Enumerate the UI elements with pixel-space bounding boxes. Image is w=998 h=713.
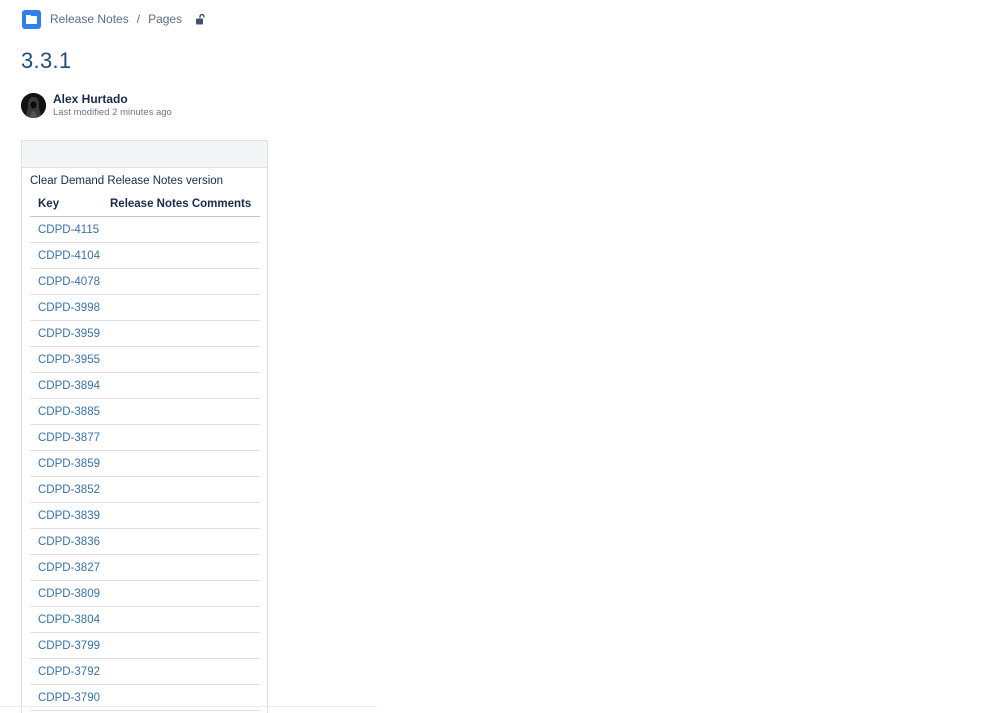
table-row: CDPD-3792 [30,658,260,685]
issue-key-link[interactable]: CDPD-3839 [38,510,100,522]
confluence-page: Release Notes / Pages 3.3.1 Alex Hurtado… [0,0,998,713]
comment-cell [110,294,260,321]
table-row: CDPD-3894 [30,372,260,399]
table-row: CDPD-3799 [30,632,260,659]
release-notes-panel: Clear Demand Release Notes version Key R… [21,140,268,713]
key-cell: CDPD-4104 [30,242,110,269]
table-row: CDPD-3998 [30,294,260,321]
comment-cell [110,216,260,243]
table-row: CDPD-4104 [30,242,260,269]
issue-key-link[interactable]: CDPD-3799 [38,640,100,652]
comment-cell [110,632,260,659]
table-row: CDPD-4078 [30,268,260,295]
last-modified[interactable]: Last modified 2 minutes ago [53,106,172,120]
key-cell: CDPD-3852 [30,476,110,503]
key-cell: CDPD-3885 [30,398,110,425]
table-row: CDPD-3955 [30,346,260,373]
issue-key-link[interactable]: CDPD-3804 [38,614,100,626]
key-cell: CDPD-3839 [30,502,110,529]
comment-cell [110,606,260,633]
table-row: CDPD-3877 [30,424,260,451]
table-row: CDPD-3839 [30,502,260,529]
issue-key-link[interactable]: CDPD-3998 [38,302,100,314]
avatar[interactable] [21,93,46,118]
comment-cell [110,372,260,399]
release-notes-table: Key Release Notes Comments CDPD-4115 CDPD… [30,192,260,711]
key-cell: CDPD-3998 [30,294,110,321]
unlock-icon[interactable] [195,13,206,25]
comment-cell [110,658,260,685]
table-row: CDPD-3827 [30,554,260,581]
table-header-row: Key Release Notes Comments [30,192,260,217]
comment-cell [110,554,260,581]
issue-key-link[interactable]: CDPD-3836 [38,536,100,548]
issue-key-link[interactable]: CDPD-3809 [38,588,100,600]
key-cell: CDPD-3804 [30,606,110,633]
table-row: CDPD-4115 [30,216,260,243]
comment-cell [110,242,260,269]
key-cell: CDPD-3877 [30,424,110,451]
key-cell: CDPD-3836 [30,528,110,555]
breadcrumb: Release Notes / Pages [22,9,206,29]
key-cell: CDPD-3894 [30,372,110,399]
issue-key-link[interactable]: CDPD-3959 [38,328,100,340]
table-row: CDPD-3809 [30,580,260,607]
issue-key-link[interactable]: CDPD-3859 [38,458,100,470]
table-body: CDPD-4115 CDPD-4104 CDPD-4078 CDPD-3998 CDPD… [30,216,260,711]
comment-cell [110,450,260,477]
issue-key-link[interactable]: CDPD-3852 [38,484,100,496]
comment-cell [110,502,260,529]
key-cell: CDPD-4115 [30,216,110,243]
issue-key-link[interactable]: CDPD-3885 [38,406,100,418]
divider [0,706,377,707]
author-name[interactable]: Alex Hurtado [53,93,172,106]
comment-cell [110,268,260,295]
table-row: CDPD-3804 [30,606,260,633]
issue-key-link[interactable]: CDPD-3790 [38,692,100,704]
table-row: CDPD-3859 [30,450,260,477]
comment-cell [110,320,260,347]
issue-key-link[interactable]: CDPD-3955 [38,354,100,366]
key-cell: CDPD-3955 [30,346,110,373]
page-title: 3.3.1 [21,48,72,73]
column-header-key: Key [30,192,110,217]
issue-key-link[interactable]: CDPD-4104 [38,250,100,262]
comment-cell [110,398,260,425]
comment-cell [110,528,260,555]
space-icon[interactable] [22,9,41,29]
issue-key-link[interactable]: CDPD-4078 [38,276,100,288]
key-cell: CDPD-3859 [30,450,110,477]
table-row: CDPD-3885 [30,398,260,425]
byline-text: Alex Hurtado Last modified 2 minutes ago [53,93,172,120]
panel-header [22,141,267,168]
key-cell: CDPD-3799 [30,632,110,659]
key-cell: CDPD-3959 [30,320,110,347]
breadcrumb-separator: / [136,12,141,26]
comment-cell [110,476,260,503]
byline: Alex Hurtado Last modified 2 minutes ago [21,93,172,120]
issue-key-link[interactable]: CDPD-3894 [38,380,100,392]
key-cell: CDPD-3827 [30,554,110,581]
issue-key-link[interactable]: CDPD-3877 [38,432,100,444]
comment-cell [110,424,260,451]
column-header-comments: Release Notes Comments [110,192,260,217]
breadcrumb-pages-link[interactable]: Pages [148,12,182,26]
issue-key-link[interactable]: CDPD-3792 [38,666,100,678]
issue-key-link[interactable]: CDPD-4115 [38,224,99,236]
key-cell: CDPD-3809 [30,580,110,607]
key-cell: CDPD-3792 [30,658,110,685]
table-row: CDPD-3959 [30,320,260,347]
comment-cell [110,580,260,607]
key-cell: CDPD-4078 [30,268,110,295]
table-row: CDPD-3836 [30,528,260,555]
panel-caption: Clear Demand Release Notes version [30,175,224,187]
comment-cell [110,346,260,373]
issue-key-link[interactable]: CDPD-3827 [38,562,100,574]
breadcrumb-space-link[interactable]: Release Notes [50,12,129,26]
table-row: CDPD-3852 [30,476,260,503]
